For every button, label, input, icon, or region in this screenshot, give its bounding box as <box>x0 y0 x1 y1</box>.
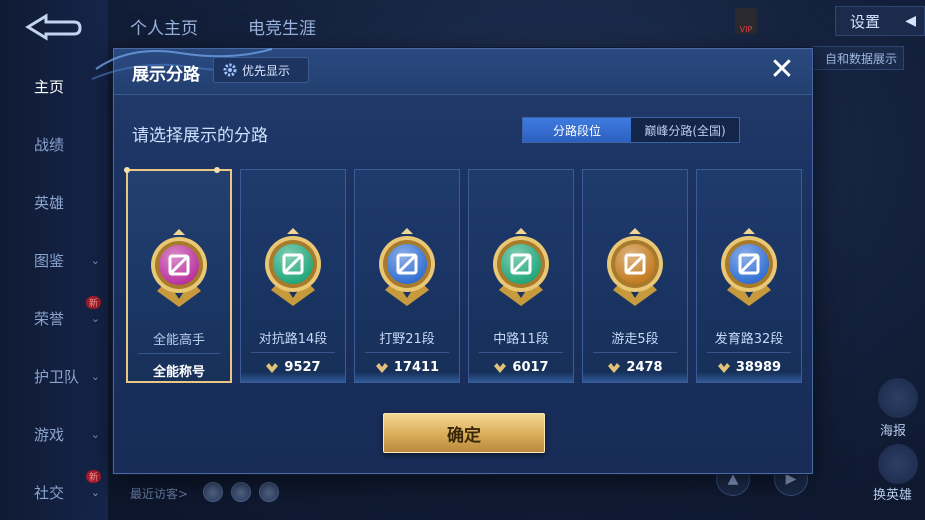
lane-rank-label: 中路11段 <box>493 332 549 347</box>
sidebar-item-label: 社交 <box>34 483 65 502</box>
poster-label: 海报 <box>880 424 907 439</box>
modal-title: 展示分路 <box>132 65 200 85</box>
chevron-down-icon: ⌄ <box>90 369 100 383</box>
sidebar-item[interactable]: 护卫队 ⌄ <box>0 356 108 396</box>
roam-emblem-icon <box>607 228 663 306</box>
swap-hero-label: 换英雄 <box>873 488 913 503</box>
divider <box>251 352 335 353</box>
corner-dot-icon <box>124 167 130 173</box>
clash-lane-emblem-icon <box>265 228 321 306</box>
tab-esports-career[interactable]: 电竞生涯 <box>248 14 316 39</box>
lane-display-modal: 展示分路 优先显示 ✕ 请选择展示的分路 分路段位 巅峰分路(全国) 全能高手全… <box>91 48 813 474</box>
sidebar-item[interactable]: 图鉴 ⌄ <box>0 240 108 280</box>
tab-personal-home[interactable]: 个人主页 <box>130 14 198 39</box>
sidebar-item[interactable]: 荣誉 ⌄ 新 <box>0 296 108 338</box>
sidebar-item-label: 图鉴 <box>34 251 65 270</box>
close-button[interactable]: ✕ <box>766 55 798 87</box>
gear-icon <box>223 63 237 77</box>
lane-card[interactable]: 全能高手 全能称号 <box>124 167 232 383</box>
jungle-emblem-icon <box>379 228 435 306</box>
sidebar-item-label: 英雄 <box>34 193 65 212</box>
poster-icon[interactable] <box>878 378 918 418</box>
lane-rank-label: 打野21段 <box>379 332 435 347</box>
modal-subtitle: 请选择展示的分路 <box>132 126 268 146</box>
sidebar-item-label: 主页 <box>34 77 65 96</box>
lane-rank-label: 发育路32段 <box>714 332 784 347</box>
settings-label: 设置 <box>850 12 881 31</box>
sidebar-item-label: 游戏 <box>34 425 65 444</box>
confirm-button[interactable]: 确定 <box>383 413 545 453</box>
sidebar-item-label: 战绩 <box>34 135 65 154</box>
corner-dot-icon <box>214 167 220 173</box>
back-arrow-icon[interactable] <box>24 12 82 42</box>
card-glow <box>355 372 459 382</box>
sidebar-item[interactable]: 游戏 ⌄ <box>0 414 108 454</box>
lane-card[interactable]: 中路11段 6017 <box>468 169 574 383</box>
divider <box>707 352 791 353</box>
lane-score-value: 全能称号 <box>152 365 205 380</box>
recent-visitors-label[interactable]: 最近访客> <box>130 485 188 502</box>
settings-button[interactable]: 设置 ◀ <box>835 6 925 36</box>
new-badge: 新 <box>86 470 102 483</box>
visitor-avatar[interactable] <box>231 482 251 502</box>
lane-card[interactable]: 游走5段 2478 <box>582 169 688 383</box>
modal-header: 展示分路 优先显示 ✕ <box>91 48 812 95</box>
lane-card[interactable]: 对抗路14段 9527 <box>240 169 346 383</box>
close-icon: ✕ <box>769 52 795 87</box>
sidebar-item-label: 护卫队 <box>34 367 80 386</box>
sidebar-item[interactable]: 战绩 <box>0 124 108 164</box>
card-glow <box>241 372 345 382</box>
swap-hero-icon[interactable] <box>878 444 918 484</box>
chevron-down-icon: ⌄ <box>90 311 100 325</box>
mid-lane-emblem-icon <box>493 228 549 306</box>
new-badge: 新 <box>86 296 102 309</box>
divider <box>593 352 677 353</box>
lane-score: 全能称号 <box>128 361 230 380</box>
farm-lane-emblem-icon <box>721 228 777 306</box>
lane-rank-label: 全能高手 <box>152 333 205 348</box>
sidebar-item[interactable]: 社交 ⌄ 新 <box>0 470 108 512</box>
card-glow <box>469 372 573 382</box>
lane-card[interactable]: 发育路32段 38989 <box>696 169 802 383</box>
chevron-left-icon: ◀ <box>905 13 916 29</box>
lane-type-toggle: 分路段位 巅峰分路(全国) <box>522 117 740 143</box>
card-glow <box>583 372 687 382</box>
divider <box>479 352 563 353</box>
data-display-button[interactable]: 自和数据展示 <box>812 46 904 70</box>
tab-lane-rank[interactable]: 分路段位 <box>523 118 631 142</box>
chevron-down-icon: ⌄ <box>90 485 100 499</box>
chevron-down-icon: ⌄ <box>90 253 100 267</box>
divider <box>365 352 449 353</box>
visitor-avatar[interactable] <box>259 482 279 502</box>
lane-rank-label: 游走5段 <box>611 332 659 347</box>
all-round-emblem-icon <box>151 229 207 307</box>
sidebar-item-label: 荣誉 <box>34 309 65 328</box>
priority-display-button[interactable]: 优先显示 <box>213 57 309 83</box>
lane-card[interactable]: 打野21段 17411 <box>354 169 460 383</box>
lane-rank-label: 对抗路14段 <box>258 332 328 347</box>
sidebar-item[interactable]: 英雄 <box>0 182 108 222</box>
vip-icon[interactable]: VIP <box>735 8 757 34</box>
card-glow <box>697 372 801 382</box>
divider <box>138 353 220 354</box>
priority-label: 优先显示 <box>242 63 291 78</box>
chevron-down-icon: ⌄ <box>90 427 100 441</box>
tab-peak-lane[interactable]: 巅峰分路(全国) <box>631 118 739 142</box>
visitor-avatar[interactable] <box>203 482 223 502</box>
